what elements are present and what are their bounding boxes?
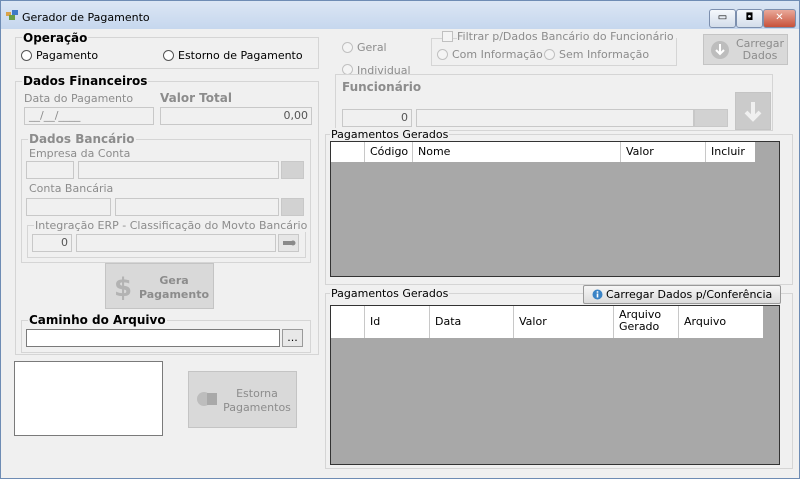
operacao-title: Operação	[22, 31, 89, 45]
empresa-lookup-button[interactable]	[281, 161, 304, 179]
empresa-label: Empresa da Conta	[29, 147, 131, 160]
title-bar: Gerador de Pagamento ▭ ◘ ✕	[1, 1, 799, 29]
grid2-col-id[interactable]: Id	[365, 306, 430, 338]
grid2-table[interactable]: Id Data Valor Arquivo Gerado Arquivo	[330, 305, 780, 465]
grid2-header: Id Data Valor Arquivo Gerado Arquivo	[331, 306, 763, 338]
funcionario-name-input[interactable]	[416, 109, 694, 127]
valor-total-input[interactable]: 0,00	[160, 107, 312, 125]
key-icon	[282, 240, 295, 246]
conta-name-input[interactable]	[115, 198, 279, 216]
dollar-icon: $	[114, 273, 132, 301]
grid2-col-arquivo[interactable]: Arquivo	[679, 306, 763, 338]
integracao-lookup-button[interactable]	[278, 234, 299, 252]
close-button[interactable]: ✕	[763, 9, 796, 28]
gera-pagamento-label: Gera Pagamento	[138, 274, 210, 301]
app-icon	[6, 10, 18, 20]
minimize-button[interactable]: ▭	[709, 9, 736, 28]
conta-code-input[interactable]	[26, 198, 111, 216]
valor-total-label: Valor Total	[160, 91, 232, 105]
svg-text:$: $	[114, 273, 132, 301]
funcionario-load-button[interactable]	[735, 92, 771, 130]
pagamento-label: Pagamento	[36, 49, 99, 62]
carregar-conferencia-button[interactable]: Carregar Dados p/Conferência	[583, 285, 781, 304]
filtrar-label: Filtrar p/Dados Bancário do Funcionário	[457, 30, 676, 43]
grid1-table[interactable]: Código Nome Valor Incluir	[330, 141, 780, 277]
carregar-dados-label: Carregar Dados	[735, 37, 785, 62]
estorna-pagamentos-label: Estorna Pagamentos	[223, 387, 291, 414]
geral-radio[interactable]	[342, 42, 353, 53]
gera-pagamento-button[interactable]: $ Gera Pagamento	[105, 263, 214, 309]
empresa-name-input[interactable]	[78, 161, 279, 179]
refund-icon	[197, 392, 217, 406]
info-icon	[592, 289, 603, 300]
funcionario-lookup-button[interactable]	[694, 109, 728, 127]
caminho-input[interactable]	[26, 329, 280, 347]
empresa-code-input[interactable]	[26, 161, 74, 179]
grid2-col-arquivo-gerado[interactable]: Arquivo Gerado	[614, 306, 679, 338]
grid1-title: Pagamentos Gerados	[330, 128, 450, 141]
grid1-col-incluir[interactable]: Incluir	[706, 142, 755, 162]
arrow-down-icon	[744, 102, 762, 122]
sem-informacao-label: Sem Informação	[559, 48, 650, 61]
geral-label: Geral	[357, 41, 387, 54]
maximize-button[interactable]: ◘	[736, 9, 763, 28]
grid2-col-valor[interactable]: Valor	[514, 306, 614, 338]
conta-lookup-button[interactable]	[281, 198, 304, 216]
integracao-label: Integração ERP - Classificação do Movto …	[34, 219, 309, 232]
data-pagamento-input[interactable]: __/__/____	[24, 107, 154, 125]
grid1-col-nome[interactable]: Nome	[413, 142, 621, 162]
com-informacao-label: Com Informação	[452, 48, 543, 61]
estorna-pagamentos-button[interactable]: Estorna Pagamentos	[188, 371, 297, 428]
sem-informacao-radio[interactable]	[544, 49, 555, 60]
data-pagamento-label: Data do Pagamento	[24, 92, 134, 105]
grid1-col-codigo[interactable]: Código	[365, 142, 413, 162]
grid1-rowheader	[331, 142, 365, 162]
preview-box	[14, 361, 163, 436]
carregar-conferencia-label: Carregar Dados p/Conferência	[606, 288, 773, 301]
estorno-label: Estorno de Pagamento	[178, 49, 303, 62]
browse-button[interactable]: ...	[282, 329, 303, 347]
grid1-header: Código Nome Valor Incluir	[331, 142, 755, 162]
carregar-dados-button[interactable]: Carregar Dados	[703, 34, 788, 65]
conta-label: Conta Bancária	[29, 182, 114, 195]
estorno-radio[interactable]	[163, 50, 174, 61]
funcionario-title: Funcionário	[340, 80, 424, 94]
grid2-title: Pagamentos Gerados	[330, 287, 450, 300]
main-window: Gerador de Pagamento ▭ ◘ ✕ Operação Paga…	[0, 0, 800, 479]
integracao-code-input[interactable]: 0	[32, 234, 72, 252]
grid1-col-valor[interactable]: Valor	[621, 142, 706, 162]
download-icon	[711, 41, 729, 59]
grid2-col-data[interactable]: Data	[430, 306, 514, 338]
integracao-name-input[interactable]	[76, 234, 276, 252]
dados-financeiros-title: Dados Financeiros	[22, 74, 149, 88]
filtrar-checkbox[interactable]	[442, 31, 453, 42]
pagamento-radio[interactable]	[21, 50, 32, 61]
grid2-rowheader	[331, 306, 365, 338]
caminho-title: Caminho do Arquivo	[28, 313, 167, 327]
com-informacao-radio[interactable]	[437, 49, 448, 60]
dados-bancario-title: Dados Bancário	[28, 132, 136, 146]
window-title: Gerador de Pagamento	[22, 11, 150, 24]
funcionario-code-input[interactable]: 0	[342, 109, 412, 127]
